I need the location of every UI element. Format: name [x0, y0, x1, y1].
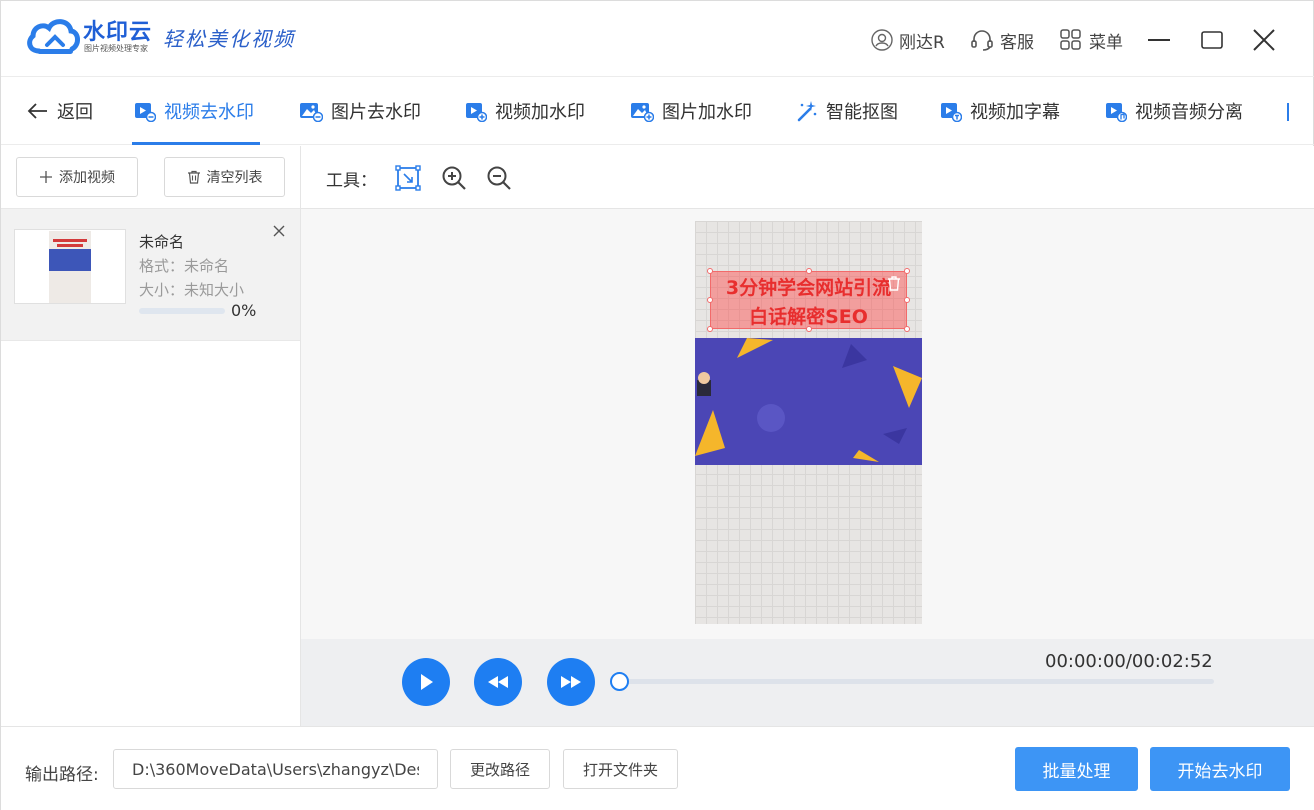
feature-nav: 返回 视频去水印 图片去水印 视频加水印 图片加水印 智能抠图 视频加字幕 视频… [1, 77, 1314, 145]
batch-process-button[interactable]: 批量处理 [1015, 747, 1138, 791]
output-path-label: 输出路径: [25, 765, 99, 785]
zoom-out-button[interactable] [485, 164, 513, 192]
video-audio-icon [1106, 103, 1127, 122]
maximize-button[interactable] [1197, 25, 1227, 55]
maximize-icon [1201, 31, 1223, 49]
video-add-icon [466, 103, 487, 122]
brand-slogan: 轻松美化视频 [163, 27, 295, 51]
user-account-button[interactable]: 刚达R [871, 27, 945, 53]
customer-service-button[interactable]: 客服 [970, 27, 1034, 53]
brand-name: 水印云 [83, 20, 153, 45]
tab-image-watermark-removal[interactable]: 图片去水印 [299, 77, 421, 145]
video-frame[interactable]: 3分钟学会网站引流 白话解密SEO [695, 221, 922, 624]
close-icon [1253, 29, 1275, 51]
video-erase-icon [135, 103, 156, 122]
file-size: 大小：未知大小 [139, 281, 245, 299]
rewind-icon [488, 676, 508, 688]
tab-video-subtitle[interactable]: 视频加字幕 [940, 77, 1060, 145]
trash-icon [187, 170, 200, 184]
close-icon [273, 225, 285, 237]
file-list-panel: 添加视频 清空列表 未命名 格式：未命名 大小：未知大小 0% [1, 146, 301, 726]
tab-video-add-watermark[interactable]: 视频加水印 [465, 77, 585, 145]
clear-list-button[interactable]: 清空列表 [164, 157, 285, 197]
back-label: 返回 [57, 102, 93, 123]
rewind-button[interactable] [474, 658, 522, 706]
clear-list-label: 清空列表 [206, 170, 263, 186]
close-window-button[interactable] [1249, 25, 1279, 55]
video-thumbnail [14, 229, 126, 304]
minimize-icon [1148, 39, 1170, 41]
tab-label: 图片加水印 [662, 102, 752, 123]
preview-area: 3分钟学会网站引流 白话解密SEO [301, 209, 1314, 639]
tab-label: 图片去水印 [331, 102, 421, 123]
tools-label: 工具： [326, 171, 377, 191]
play-button[interactable] [402, 658, 450, 706]
open-folder-button[interactable]: 打开文件夹 [563, 749, 678, 789]
tab-label: 视频加字幕 [970, 102, 1060, 123]
arrow-left-icon [27, 103, 47, 119]
remove-file-button[interactable] [269, 221, 289, 241]
video-subtitle-icon [941, 103, 962, 122]
player-controls: 00:00:00/00:02:52 [301, 639, 1314, 726]
tab-video-audio-separation[interactable]: 视频音频分离 [1105, 77, 1243, 145]
tab-label: 智能抠图 [826, 102, 898, 123]
seek-handle[interactable] [610, 672, 629, 691]
play-icon [421, 674, 433, 690]
menu-button[interactable]: 菜单 [1059, 27, 1123, 53]
output-bar: 输出路径: 更改路径 打开文件夹 批量处理 开始去水印 [1, 726, 1314, 810]
file-name: 未命名 [139, 233, 185, 251]
tab-label: 视频音频分离 [1135, 102, 1243, 123]
plus-icon [40, 171, 52, 183]
fast-forward-button[interactable] [547, 658, 595, 706]
seek-track[interactable] [619, 679, 1214, 684]
tab-image-add-watermark[interactable]: 图片加水印 [630, 77, 752, 145]
change-path-button[interactable]: 更改路径 [450, 749, 550, 789]
output-path-field[interactable] [113, 749, 438, 789]
tab-video-watermark-removal[interactable]: 视频去水印 [134, 77, 254, 145]
video-banner-graphic [695, 338, 922, 465]
magic-wand-icon [797, 101, 817, 122]
app-window: 水印云 图片视频处理专家 轻松美化视频 刚达R 客服 菜单 返回 视频去水印 图… [0, 0, 1314, 810]
start-removal-button[interactable]: 开始去水印 [1150, 747, 1290, 791]
add-video-label: 添加视频 [59, 170, 115, 186]
time-display: 00:00:00/00:02:52 [1045, 651, 1213, 672]
add-video-button[interactable]: 添加视频 [16, 157, 138, 197]
file-progress-bar [139, 308, 225, 314]
nav-scroll-indicator [1287, 103, 1289, 121]
cloud-logo-icon [27, 19, 80, 54]
back-button[interactable]: 返回 [27, 77, 93, 145]
user-name: 刚达R [899, 32, 945, 53]
headset-icon [971, 30, 993, 51]
zoom-in-button[interactable] [440, 164, 468, 192]
tab-label: 视频加水印 [495, 102, 585, 123]
zoom-out-icon [487, 166, 511, 190]
tab-smart-cutout[interactable]: 智能抠图 [796, 77, 898, 145]
title-bar: 水印云 图片视频处理专家 轻松美化视频 刚达R 客服 菜单 [1, 1, 1314, 77]
select-area-tool[interactable] [394, 164, 422, 192]
decorative-shapes-icon [695, 338, 922, 462]
tab-label: 视频去水印 [164, 102, 254, 123]
support-label: 客服 [1000, 32, 1034, 53]
minimize-button[interactable] [1144, 25, 1174, 55]
file-list-item[interactable]: 未命名 格式：未命名 大小：未知大小 0% [1, 208, 300, 341]
grid-menu-icon [1060, 29, 1081, 50]
fast-forward-icon [561, 676, 581, 688]
brand-subtitle: 图片视频处理专家 [84, 44, 148, 53]
delete-selection-icon[interactable] [886, 275, 902, 291]
selection-box-icon [395, 165, 421, 191]
zoom-in-icon [442, 166, 466, 190]
active-tab-indicator [132, 142, 260, 145]
user-icon [871, 29, 893, 51]
file-format: 格式：未命名 [139, 257, 230, 275]
tools-bar: 工具： [301, 146, 1314, 209]
watermark-selection-box[interactable] [707, 268, 910, 332]
menu-label: 菜单 [1089, 32, 1123, 53]
file-progress-text: 0% [231, 301, 257, 320]
image-erase-icon [300, 103, 323, 122]
image-add-icon [631, 103, 654, 122]
